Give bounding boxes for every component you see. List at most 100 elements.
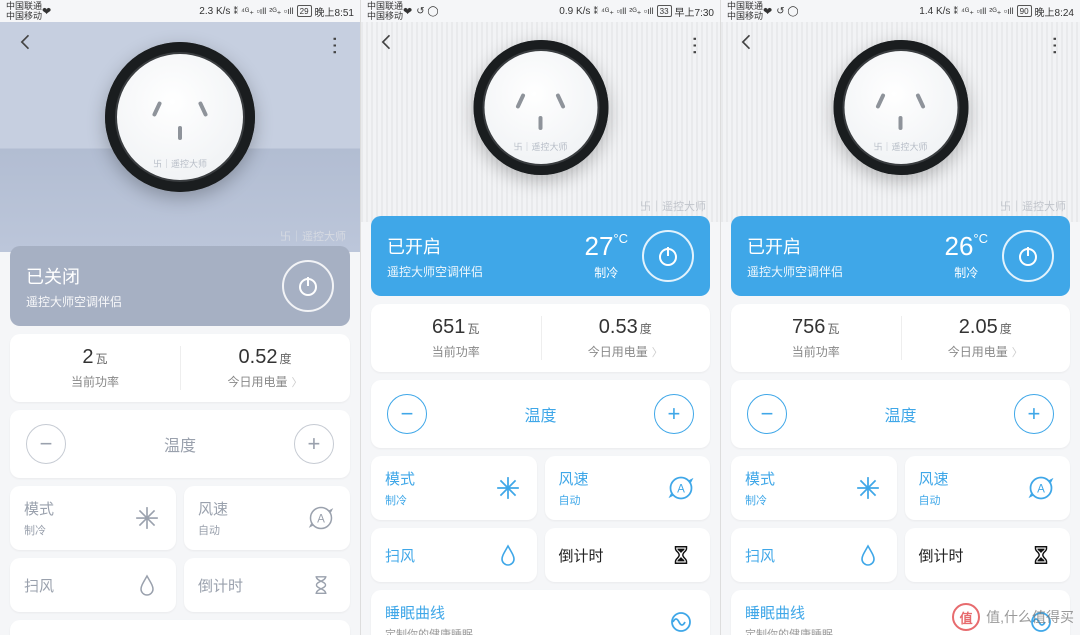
timer-button[interactable]: 倒计时	[184, 558, 350, 612]
carrier-label: 中国联通 中国移动	[6, 1, 42, 21]
power-button[interactable]	[282, 260, 334, 312]
svg-text:A: A	[1037, 483, 1045, 496]
fan-speed-button[interactable]: 风速自动 A	[184, 486, 350, 550]
signal-2: ²ᴳ₊ ▫ıll	[269, 6, 293, 17]
hero: ⋯ 卐｜遥控大师 卐｜遥控大师	[0, 22, 360, 252]
status-sub: 遥控大师空调伴侣	[26, 293, 282, 310]
signal-1: ⁴ᴳ₊ ▫ıll	[601, 6, 626, 17]
screen-3: 中国联通 中国移动 ❤ ↺ ◯ 1.4 K/s ⁑ ⁴ᴳ₊ ▫ıll ²ᴳ₊ ▫…	[720, 0, 1080, 635]
auto-icon: A	[666, 473, 696, 503]
screen-2: 中国联通 中国移动 ❤ ↺ ◯ 0.9 K/s ⁑ ⁴ᴳ₊ ▫ıll ²ᴳ₊ ▫…	[360, 0, 720, 635]
temp-plus-button[interactable]: +	[654, 394, 694, 434]
brand-watermark: 卐｜遥控大师	[1000, 198, 1066, 214]
more-icon[interactable]: ⋯	[683, 36, 708, 54]
metric-power[interactable]: 651瓦 当前功率	[371, 304, 541, 372]
bluetooth-icon: ⁑	[593, 6, 598, 17]
temp-label: 温度	[164, 432, 196, 456]
temp-label: 温度	[524, 402, 556, 426]
status-title: 已关闭	[26, 263, 282, 289]
brand-watermark: 卐｜遥控大师	[280, 228, 346, 244]
back-icon[interactable]	[16, 32, 36, 52]
clock: 晚上8:24	[1035, 4, 1074, 19]
mode-button[interactable]: 模式制冷	[10, 486, 176, 550]
mode-button[interactable]: 模式制冷	[731, 456, 897, 520]
power-button[interactable]	[642, 230, 694, 282]
status-extra-icons: ↺ ◯	[416, 6, 438, 17]
sleep-curve-button[interactable]: 睡眠曲线定制你的健康睡眠	[371, 590, 710, 635]
wave-icon	[666, 607, 696, 635]
temp-plus-button[interactable]: +	[1014, 394, 1054, 434]
brand-watermark: 卐｜遥控大师	[640, 198, 706, 214]
current-temp: 26°C 制冷	[944, 231, 988, 281]
hero: ⋯ 卐｜遥控大师 卐｜遥控大师	[361, 22, 720, 222]
power-status-card: 已开启 遥控大师空调伴侣 26°C 制冷	[731, 216, 1070, 296]
swing-button[interactable]: 扫风	[10, 558, 176, 612]
droplet-icon	[853, 540, 883, 570]
hero: ⋯ 卐｜遥控大师 卐｜遥控大师	[721, 22, 1080, 222]
svg-text:A: A	[677, 483, 685, 496]
back-icon[interactable]	[737, 32, 757, 52]
metric-power[interactable]: 756瓦 当前功率	[731, 304, 901, 372]
device-image: 卐｜遥控大师	[473, 40, 608, 175]
power-status-card: 已开启 遥控大师空调伴侣 27°C 制冷	[371, 216, 710, 296]
signal-2: ²ᴳ₊ ▫ıll	[629, 6, 653, 17]
snowflake-icon	[493, 473, 523, 503]
carrier-label: 中国联通 中国移动	[727, 1, 763, 21]
mode-button[interactable]: 模式制冷	[371, 456, 537, 520]
heart-icon: ❤	[763, 5, 772, 18]
bluetooth-icon: ⁑	[233, 6, 238, 17]
current-temp: 27°C 制冷	[584, 231, 628, 281]
metric-power[interactable]: 2瓦 当前功率	[10, 334, 180, 402]
temp-plus-button[interactable]: +	[294, 424, 334, 464]
chevron-right-icon: 〉	[292, 377, 303, 389]
swing-button[interactable]: 扫风	[371, 528, 537, 582]
site-watermark: 值 值,什么值得买	[952, 603, 1074, 631]
battery-icon: 33	[657, 5, 672, 17]
clock: 早上7:30	[675, 4, 714, 19]
status-title: 已开启	[387, 233, 584, 259]
signal-1: ⁴ᴳ₊ ▫ıll	[961, 6, 986, 17]
fan-speed-button[interactable]: 风速自动 A	[545, 456, 711, 520]
droplet-icon	[493, 540, 523, 570]
carrier-label: 中国联通 中国移动	[367, 1, 403, 21]
status-sub: 遥控大师空调伴侣	[747, 263, 944, 280]
more-icon[interactable]: ⋯	[323, 36, 348, 54]
status-title: 已开启	[747, 233, 944, 259]
temp-minus-button[interactable]: −	[387, 394, 427, 434]
metric-energy[interactable]: 0.52度 今日用电量〉	[180, 334, 350, 402]
timer-button[interactable]: 倒计时	[905, 528, 1071, 582]
metric-energy[interactable]: 0.53度 今日用电量〉	[541, 304, 711, 372]
auto-icon: A	[1026, 473, 1056, 503]
device-image: 卐｜遥控大师	[105, 42, 255, 192]
metrics-card: 756瓦 当前功率 2.05度 今日用电量〉	[731, 304, 1070, 372]
net-speed: 1.4 K/s	[919, 6, 950, 17]
timer-button[interactable]: 倒计时	[545, 528, 711, 582]
temp-minus-button[interactable]: −	[747, 394, 787, 434]
auto-icon: A	[306, 503, 336, 533]
bluetooth-icon: ⁑	[953, 6, 958, 17]
screen-1: 中国联通 中国移动 ❤ 2.3 K/s ⁑ ⁴ᴳ₊ ▫ıll ²ᴳ₊ ▫ıll …	[0, 0, 360, 635]
heart-icon: ❤	[42, 5, 51, 18]
temp-minus-button[interactable]: −	[26, 424, 66, 464]
back-icon[interactable]	[377, 32, 397, 52]
more-icon[interactable]: ⋯	[1043, 36, 1068, 54]
hourglass-icon	[306, 570, 336, 600]
metrics-card: 651瓦 当前功率 0.53度 今日用电量〉	[371, 304, 710, 372]
sleep-curve-button[interactable]: 睡眠曲线	[10, 620, 350, 635]
device-image: 卐｜遥控大师	[833, 40, 968, 175]
status-sub: 遥控大师空调伴侣	[387, 263, 584, 280]
net-speed: 0.9 K/s	[559, 6, 590, 17]
net-speed: 2.3 K/s	[199, 6, 230, 17]
metric-energy[interactable]: 2.05度 今日用电量〉	[901, 304, 1071, 372]
fan-speed-button[interactable]: 风速自动 A	[905, 456, 1071, 520]
power-button[interactable]	[1002, 230, 1054, 282]
chevron-right-icon: 〉	[1012, 347, 1023, 359]
temperature-control: − 温度 +	[10, 410, 350, 478]
temperature-control: − 温度 +	[371, 380, 710, 448]
swing-button[interactable]: 扫风	[731, 528, 897, 582]
temperature-control: − 温度 +	[731, 380, 1070, 448]
status-bar: 中国联通 中国移动 ❤ ↺ ◯ 0.9 K/s ⁑ ⁴ᴳ₊ ▫ıll ²ᴳ₊ ▫…	[361, 0, 720, 22]
metrics-card: 2瓦 当前功率 0.52度 今日用电量〉	[10, 334, 350, 402]
status-bar: 中国联通 中国移动 ❤ 2.3 K/s ⁑ ⁴ᴳ₊ ▫ıll ²ᴳ₊ ▫ıll …	[0, 0, 360, 22]
signal-2: ²ᴳ₊ ▫ıll	[989, 6, 1013, 17]
